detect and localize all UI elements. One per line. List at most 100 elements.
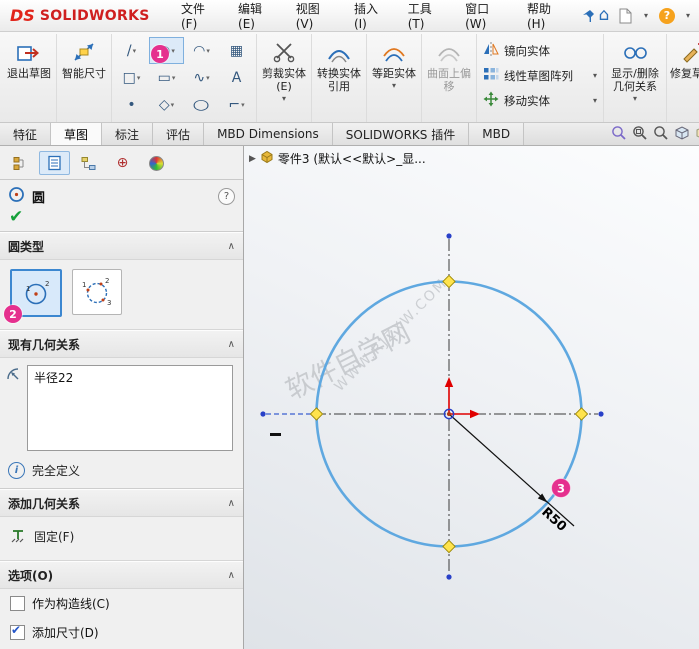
tab-solidworks-addins[interactable]: SOLIDWORKS 插件: [332, 123, 470, 145]
dropdown-caret-icon[interactable]: ▾: [172, 74, 176, 82]
point-tool-button[interactable]: •: [114, 91, 149, 118]
tab-sketch[interactable]: 草图: [51, 123, 103, 145]
tab-configuration-manager[interactable]: [73, 151, 104, 175]
convert-entities-button[interactable]: 转换实体引用: [314, 35, 364, 93]
arc-tool-button[interactable]: ◠ ▾: [184, 37, 219, 64]
collapse-chevron-icon[interactable]: ∧: [228, 241, 235, 252]
ok-button[interactable]: ✔: [9, 207, 23, 227]
new-document-icon[interactable]: [616, 5, 634, 27]
quadrant-marker-right[interactable]: [574, 407, 589, 421]
repair-sketch-button[interactable]: 修复草图: [669, 35, 699, 80]
trim-entities-button[interactable]: 剪裁实体(E) ▾: [259, 35, 309, 103]
exit-sketch-button[interactable]: 退出草图: [4, 35, 54, 80]
tab-mbd[interactable]: MBD: [469, 123, 525, 145]
menu-help[interactable]: 帮助(H): [518, 0, 577, 31]
checkbox-0[interactable]: [10, 596, 25, 611]
tab-feature-manager[interactable]: [5, 151, 36, 175]
fix-relation-button[interactable]: 固定(F): [0, 517, 243, 561]
slot-tool-button[interactable]: ▭ ▾: [149, 64, 184, 91]
tab-mbd-dimensions[interactable]: MBD Dimensions: [204, 123, 333, 145]
menu-edit[interactable]: 编辑(E): [229, 0, 287, 31]
previous-view-icon[interactable]: [653, 125, 669, 144]
circle-tool-button[interactable]: ○▾1: [149, 37, 184, 64]
home-icon[interactable]: ⌂: [595, 5, 613, 27]
sketch-viewport[interactable]: 软件自学网 WWW.RJZXW.COM R50 3: [244, 146, 699, 649]
option-row-add-dimension[interactable]: 添加尺寸(D): [0, 618, 243, 647]
circle-by-center-button[interactable]: 1 2 2: [4, 269, 62, 323]
option-row-construction[interactable]: 作为构造线(C): [0, 589, 243, 618]
relations-listbox[interactable]: 半径22: [27, 365, 233, 451]
radius-dimension-text[interactable]: R50: [538, 505, 569, 535]
sketch-origin[interactable]: [443, 377, 480, 420]
centerline-endpoint[interactable]: [260, 411, 266, 417]
dropdown-caret-icon[interactable]: ▾: [241, 101, 245, 109]
svg-text:1: 1: [82, 281, 86, 289]
linear-sketch-pattern-button[interactable]: 线性草图阵列 ▾: [479, 65, 601, 86]
help-icon[interactable]: ?: [658, 5, 676, 27]
dropdown-caret-icon[interactable]: ▾: [171, 101, 175, 109]
new-document-caret-icon[interactable]: ▾: [637, 5, 655, 27]
section-add-relations[interactable]: 添加几何关系 ∧: [0, 489, 243, 517]
display-delete-relations-button[interactable]: 显示/删除几何关系 ▾: [606, 35, 664, 103]
dropdown-caret-icon[interactable]: ▾: [282, 94, 286, 103]
collapse-chevron-icon[interactable]: ∧: [228, 339, 235, 350]
menu-file[interactable]: 文件(F): [172, 0, 229, 31]
quadrant-marker-left[interactable]: [309, 407, 324, 421]
sketch-pattern-tool-button[interactable]: ▦: [219, 37, 254, 64]
pm-help-icon[interactable]: ?: [218, 187, 235, 205]
section-view-icon[interactable]: [674, 125, 690, 143]
centerline-endpoint[interactable]: [446, 574, 452, 580]
tab-evaluate[interactable]: 评估: [153, 123, 205, 145]
quadrant-marker-bottom[interactable]: [442, 539, 456, 554]
mirror-entities-button[interactable]: 镜向实体: [479, 40, 601, 61]
radius-dimension[interactable]: R50: [448, 413, 575, 535]
smart-dimension-button[interactable]: 智能尺寸: [59, 35, 109, 80]
tab-annotate[interactable]: 标注: [102, 123, 154, 145]
graphics-area[interactable]: ▶ 零件3 (默认<<默认>_显... 软件自学网 WWW.RJZXW.COM: [244, 146, 699, 649]
text-tool-button[interactable]: A: [219, 64, 254, 91]
zoom-fit-icon[interactable]: [611, 125, 627, 144]
centerline-endpoint[interactable]: [598, 411, 604, 417]
dropdown-caret-icon[interactable]: ▾: [593, 71, 597, 80]
dropdown-caret-icon[interactable]: ▾: [137, 74, 141, 82]
tree-collapse-icon[interactable]: ▶: [249, 154, 256, 164]
collapse-chevron-icon[interactable]: ∧: [228, 498, 235, 509]
ellipse-tool-button[interactable]: ○: [184, 91, 219, 118]
menu-view[interactable]: 视图(V): [287, 0, 345, 31]
centerline-endpoint[interactable]: [446, 233, 452, 239]
tab-dimxpert-manager[interactable]: ⊕: [107, 151, 138, 175]
dropdown-caret-icon[interactable]: ▾: [206, 47, 210, 55]
tab-features[interactable]: 特征: [0, 123, 52, 145]
move-entities-button[interactable]: 移动实体 ▾: [479, 90, 601, 111]
menu-tools[interactable]: 工具(T): [399, 0, 456, 31]
dropdown-caret-icon[interactable]: ▾: [133, 47, 137, 55]
perimeter-circle-button[interactable]: 1 2 3: [72, 269, 122, 315]
dropdown-caret-icon[interactable]: ▾: [633, 94, 637, 103]
menu-window[interactable]: 窗口(W): [456, 0, 518, 31]
relation-item-radius[interactable]: 半径22: [32, 368, 228, 387]
dropdown-caret-icon[interactable]: ▾: [206, 74, 210, 82]
dropdown-caret-icon[interactable]: ▾: [171, 47, 175, 55]
feature-tree-header[interactable]: ▶ 零件3 (默认<<默认>_显...: [249, 150, 426, 167]
tab-display-manager[interactable]: [141, 151, 172, 175]
offset-entities-button[interactable]: 等距实体 ▾: [369, 35, 419, 90]
rectangle-tool-button[interactable]: □ ▾: [114, 64, 149, 91]
section-options[interactable]: 选项(O) ∧: [0, 561, 243, 589]
view-orientation-icon[interactable]: [695, 125, 699, 143]
fillet-tool-button[interactable]: ⌐ ▾: [219, 91, 254, 118]
menu-insert[interactable]: 插入(I): [345, 0, 399, 31]
collapse-chevron-icon[interactable]: ∧: [228, 570, 235, 581]
section-circle-type[interactable]: 圆类型 ∧: [0, 232, 243, 260]
checkbox-1[interactable]: [10, 623, 25, 640]
section-existing-relations[interactable]: 现有几何关系 ∧: [0, 330, 243, 358]
polygon-tool-button[interactable]: ◇ ▾: [149, 91, 184, 118]
dropdown-caret-icon[interactable]: ▾: [593, 96, 597, 105]
tab-property-manager[interactable]: [39, 151, 70, 175]
help-caret-icon[interactable]: ▾: [679, 5, 697, 27]
surface-offset-button[interactable]: 曲面上偏移: [424, 35, 474, 93]
pin-menu-icon[interactable]: [582, 9, 595, 23]
spline-tool-button[interactable]: ∿ ▾: [184, 64, 219, 91]
dropdown-caret-icon[interactable]: ▾: [392, 81, 396, 90]
line-tool-button[interactable]: / ▾: [114, 37, 149, 64]
zoom-area-icon[interactable]: [632, 125, 648, 144]
